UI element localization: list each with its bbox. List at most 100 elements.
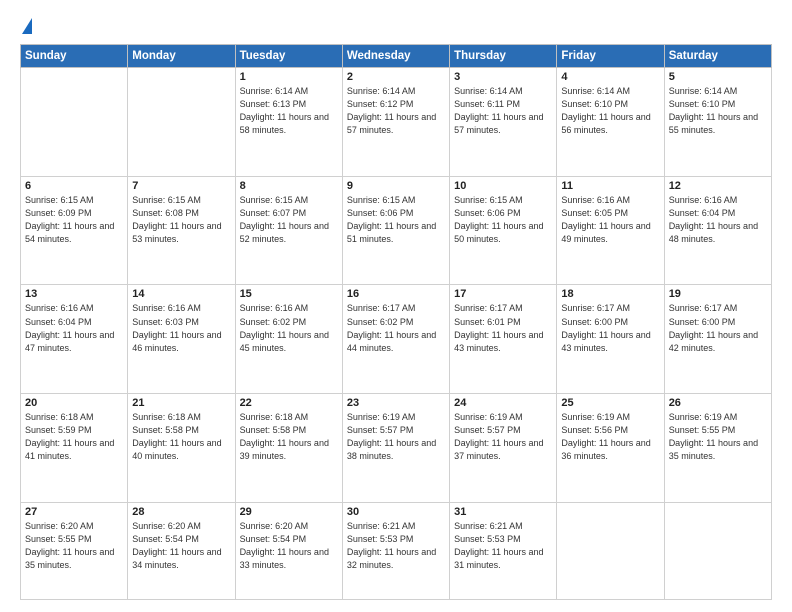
- calendar-day-cell: 26Sunrise: 6:19 AMSunset: 5:55 PMDayligh…: [664, 394, 771, 503]
- calendar-day-cell: 29Sunrise: 6:20 AMSunset: 5:54 PMDayligh…: [235, 502, 342, 599]
- day-number: 4: [561, 71, 659, 83]
- calendar-day-cell: 5 Sunrise: 6:14 AMSunset: 6:10 PMDaylight…: [664, 68, 771, 177]
- calendar-day-cell: 31Sunrise: 6:21 AMSunset: 5:53 PMDayligh…: [450, 502, 557, 599]
- calendar-day-cell: 27 Sunrise: 6:20 AMSunset: 5:55 PMDayligh…: [21, 502, 128, 599]
- day-info: Sunrise: 6:19 AMSunset: 5:57 PMDaylight:…: [347, 411, 445, 463]
- page: SundayMondayTuesdayWednesdayThursdayFrid…: [0, 0, 792, 612]
- calendar-day-cell: 19 Sunrise: 6:17 AMSunset: 6:00 PMDayligh…: [664, 285, 771, 394]
- calendar-day-cell: 30 Sunrise: 6:21 AMSunset: 5:53 PMDayligh…: [342, 502, 449, 599]
- day-info: Sunrise: 6:14 AMSunset: 6:11 PMDaylight:…: [454, 85, 552, 137]
- calendar-day-cell: 9Sunrise: 6:15 AMSunset: 6:06 PMDaylight…: [342, 176, 449, 285]
- day-number: 23: [347, 397, 445, 409]
- day-number: 12: [669, 180, 767, 192]
- day-number: 1: [240, 71, 338, 83]
- col-header-saturday: Saturday: [664, 45, 771, 68]
- calendar-week-row: 1 Sunrise: 6:14 AMSunset: 6:13 PMDaylight…: [21, 68, 772, 177]
- day-info: Sunrise: 6:20 AMSunset: 5:55 PMDaylight:…: [25, 520, 123, 572]
- day-info: Sunrise: 6:19 AMSunset: 5:57 PMDaylight:…: [454, 411, 552, 463]
- calendar-day-cell: 7 Sunrise: 6:15 AMSunset: 6:08 PMDaylight…: [128, 176, 235, 285]
- day-info: Sunrise: 6:17 AMSunset: 6:00 PMDaylight:…: [561, 302, 659, 354]
- day-number: 22: [240, 397, 338, 409]
- empty-cell: [21, 68, 128, 177]
- day-info: Sunrise: 6:16 AMSunset: 6:05 PMDaylight:…: [561, 194, 659, 246]
- calendar-day-cell: 8 Sunrise: 6:15 AMSunset: 6:07 PMDaylight…: [235, 176, 342, 285]
- day-number: 3: [454, 71, 552, 83]
- calendar-day-cell: 3 Sunrise: 6:14 AMSunset: 6:11 PMDaylight…: [450, 68, 557, 177]
- day-info: Sunrise: 6:14 AMSunset: 6:12 PMDaylight:…: [347, 85, 445, 137]
- calendar-day-cell: 25 Sunrise: 6:19 AMSunset: 5:56 PMDayligh…: [557, 394, 664, 503]
- logo: [20, 18, 32, 36]
- calendar-day-cell: 24 Sunrise: 6:19 AMSunset: 5:57 PMDayligh…: [450, 394, 557, 503]
- calendar-table: SundayMondayTuesdayWednesdayThursdayFrid…: [20, 44, 772, 600]
- col-header-tuesday: Tuesday: [235, 45, 342, 68]
- day-number: 20: [25, 397, 123, 409]
- col-header-sunday: Sunday: [21, 45, 128, 68]
- day-info: Sunrise: 6:19 AMSunset: 5:56 PMDaylight:…: [561, 411, 659, 463]
- calendar-day-cell: 2 Sunrise: 6:14 AMSunset: 6:12 PMDaylight…: [342, 68, 449, 177]
- day-info: Sunrise: 6:15 AMSunset: 6:07 PMDaylight:…: [240, 194, 338, 246]
- day-info: Sunrise: 6:15 AMSunset: 6:08 PMDaylight:…: [132, 194, 230, 246]
- logo-triangle-icon: [22, 18, 32, 34]
- calendar-day-cell: 16Sunrise: 6:17 AMSunset: 6:02 PMDayligh…: [342, 285, 449, 394]
- day-info: Sunrise: 6:16 AMSunset: 6:02 PMDaylight:…: [240, 302, 338, 354]
- calendar-day-cell: 13Sunrise: 6:16 AMSunset: 6:04 PMDayligh…: [21, 285, 128, 394]
- calendar-day-cell: 23 Sunrise: 6:19 AMSunset: 5:57 PMDayligh…: [342, 394, 449, 503]
- day-info: Sunrise: 6:20 AMSunset: 5:54 PMDaylight:…: [240, 520, 338, 572]
- calendar-week-row: 27 Sunrise: 6:20 AMSunset: 5:55 PMDayligh…: [21, 502, 772, 599]
- day-info: Sunrise: 6:16 AMSunset: 6:04 PMDaylight:…: [669, 194, 767, 246]
- calendar-day-cell: 15 Sunrise: 6:16 AMSunset: 6:02 PMDayligh…: [235, 285, 342, 394]
- day-info: Sunrise: 6:14 AMSunset: 6:10 PMDaylight:…: [669, 85, 767, 137]
- day-number: 30: [347, 506, 445, 518]
- day-number: 27: [25, 506, 123, 518]
- calendar-day-cell: 10 Sunrise: 6:15 AMSunset: 6:06 PMDayligh…: [450, 176, 557, 285]
- col-header-friday: Friday: [557, 45, 664, 68]
- day-number: 8: [240, 180, 338, 192]
- day-number: 5: [669, 71, 767, 83]
- calendar-week-row: 20 Sunrise: 6:18 AMSunset: 5:59 PMDayligh…: [21, 394, 772, 503]
- calendar-header-row: SundayMondayTuesdayWednesdayThursdayFrid…: [21, 45, 772, 68]
- col-header-wednesday: Wednesday: [342, 45, 449, 68]
- day-number: 9: [347, 180, 445, 192]
- day-info: Sunrise: 6:15 AMSunset: 6:09 PMDaylight:…: [25, 194, 123, 246]
- calendar-day-cell: 6 Sunrise: 6:15 AMSunset: 6:09 PMDaylight…: [21, 176, 128, 285]
- day-number: 31: [454, 506, 552, 518]
- day-info: Sunrise: 6:17 AMSunset: 6:00 PMDaylight:…: [669, 302, 767, 354]
- day-info: Sunrise: 6:18 AMSunset: 5:58 PMDaylight:…: [132, 411, 230, 463]
- day-number: 17: [454, 288, 552, 300]
- day-info: Sunrise: 6:18 AMSunset: 5:59 PMDaylight:…: [25, 411, 123, 463]
- calendar-day-cell: 17 Sunrise: 6:17 AMSunset: 6:01 PMDayligh…: [450, 285, 557, 394]
- calendar-day-cell: 1 Sunrise: 6:14 AMSunset: 6:13 PMDaylight…: [235, 68, 342, 177]
- day-number: 15: [240, 288, 338, 300]
- day-info: Sunrise: 6:17 AMSunset: 6:01 PMDaylight:…: [454, 302, 552, 354]
- calendar-day-cell: 21 Sunrise: 6:18 AMSunset: 5:58 PMDayligh…: [128, 394, 235, 503]
- calendar-day-cell: 20 Sunrise: 6:18 AMSunset: 5:59 PMDayligh…: [21, 394, 128, 503]
- day-number: 6: [25, 180, 123, 192]
- day-info: Sunrise: 6:14 AMSunset: 6:10 PMDaylight:…: [561, 85, 659, 137]
- header: [20, 18, 772, 36]
- calendar-day-cell: 14Sunrise: 6:16 AMSunset: 6:03 PMDayligh…: [128, 285, 235, 394]
- day-number: 21: [132, 397, 230, 409]
- empty-cell: [128, 68, 235, 177]
- day-info: Sunrise: 6:14 AMSunset: 6:13 PMDaylight:…: [240, 85, 338, 137]
- day-info: Sunrise: 6:15 AMSunset: 6:06 PMDaylight:…: [454, 194, 552, 246]
- day-number: 13: [25, 288, 123, 300]
- day-number: 19: [669, 288, 767, 300]
- day-info: Sunrise: 6:17 AMSunset: 6:02 PMDaylight:…: [347, 302, 445, 354]
- calendar-day-cell: 11Sunrise: 6:16 AMSunset: 6:05 PMDayligh…: [557, 176, 664, 285]
- day-info: Sunrise: 6:19 AMSunset: 5:55 PMDaylight:…: [669, 411, 767, 463]
- day-number: 24: [454, 397, 552, 409]
- day-number: 7: [132, 180, 230, 192]
- day-info: Sunrise: 6:21 AMSunset: 5:53 PMDaylight:…: [347, 520, 445, 572]
- calendar-day-cell: 4 Sunrise: 6:14 AMSunset: 6:10 PMDaylight…: [557, 68, 664, 177]
- day-number: 2: [347, 71, 445, 83]
- empty-cell: [557, 502, 664, 599]
- calendar-day-cell: 18Sunrise: 6:17 AMSunset: 6:00 PMDayligh…: [557, 285, 664, 394]
- day-number: 25: [561, 397, 659, 409]
- col-header-thursday: Thursday: [450, 45, 557, 68]
- calendar-day-cell: 12 Sunrise: 6:16 AMSunset: 6:04 PMDayligh…: [664, 176, 771, 285]
- day-number: 10: [454, 180, 552, 192]
- calendar-day-cell: 28Sunrise: 6:20 AMSunset: 5:54 PMDayligh…: [128, 502, 235, 599]
- day-number: 14: [132, 288, 230, 300]
- empty-cell: [664, 502, 771, 599]
- col-header-monday: Monday: [128, 45, 235, 68]
